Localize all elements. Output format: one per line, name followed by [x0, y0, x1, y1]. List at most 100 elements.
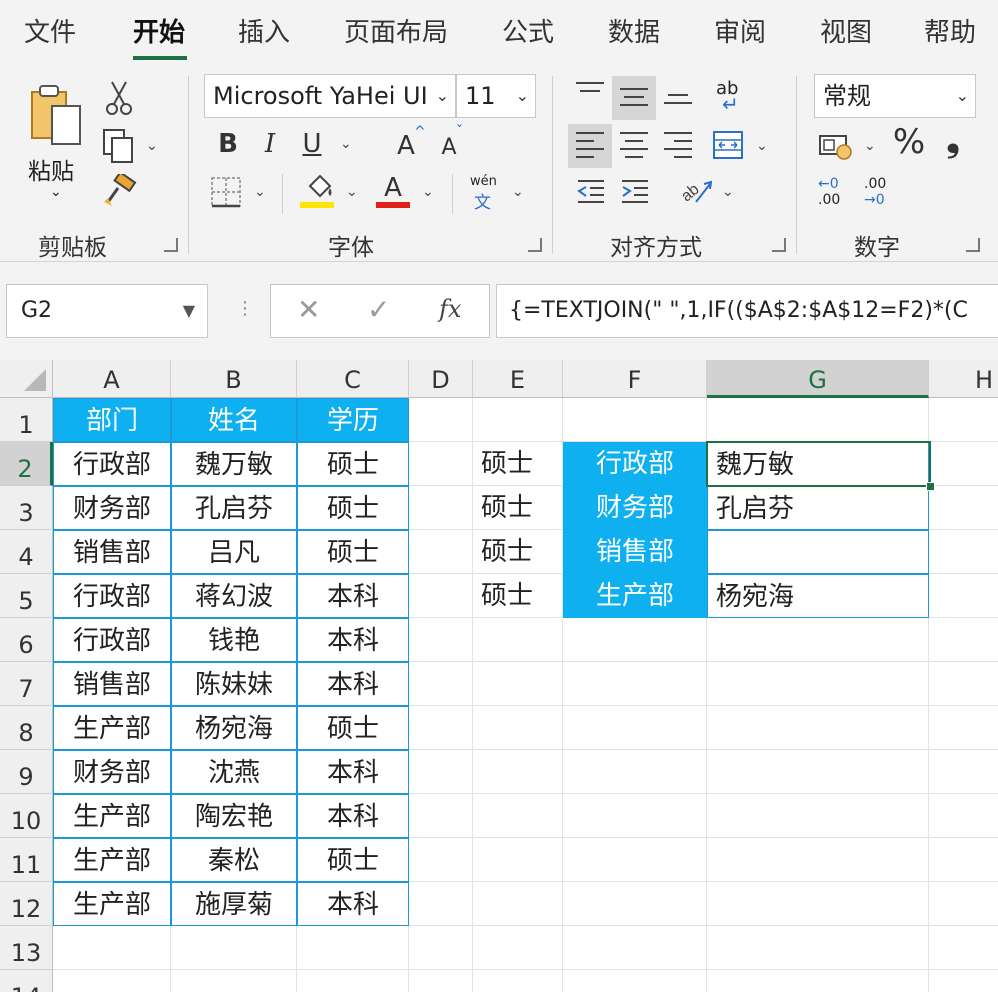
column-header-a[interactable]: A: [53, 360, 171, 398]
increase-decimal-button[interactable]: ←0 .00: [818, 176, 852, 212]
enter-button[interactable]: ✓: [367, 293, 390, 326]
table-cell[interactable]: 吕凡: [171, 530, 297, 574]
worksheet-grid[interactable]: ABCDEFGH 1234567891011121314 部门姓名学历行政部魏万…: [0, 360, 998, 992]
criteria-cell[interactable]: 硕士: [473, 486, 563, 530]
row-header-4[interactable]: 4: [0, 530, 53, 574]
top-align-icon[interactable]: [576, 82, 604, 106]
result-cell[interactable]: 杨宛海: [707, 574, 929, 618]
table-cell[interactable]: 本科: [297, 794, 409, 838]
italic-button[interactable]: I: [256, 126, 284, 162]
table-cell[interactable]: 蒋幻波: [171, 574, 297, 618]
tab-data[interactable]: 数据: [608, 16, 660, 50]
row-header-9[interactable]: 9: [0, 750, 53, 794]
chevron-down-icon[interactable]: ⌄: [722, 184, 734, 200]
table-cell[interactable]: 杨宛海: [171, 706, 297, 750]
table-cell[interactable]: 本科: [297, 750, 409, 794]
number-format-select[interactable]: 常规 ⌄: [814, 74, 976, 118]
font-name-select[interactable]: Microsoft YaHei UI ⌄: [204, 74, 456, 118]
chevron-down-icon[interactable]: ⌄: [346, 184, 358, 200]
table-cell[interactable]: 孔启芬: [171, 486, 297, 530]
copy-icon[interactable]: [102, 128, 136, 164]
font-size-select[interactable]: 11 ⌄: [456, 74, 536, 118]
row-header-5[interactable]: 5: [0, 574, 53, 618]
column-header-f[interactable]: F: [563, 360, 707, 398]
table-cell[interactable]: 硕士: [297, 530, 409, 574]
department-cell[interactable]: 销售部: [563, 530, 707, 574]
row-header-2[interactable]: 2: [0, 442, 53, 486]
align-center-icon[interactable]: [620, 132, 648, 164]
table-cell[interactable]: 本科: [297, 882, 409, 926]
borders-icon[interactable]: [210, 176, 242, 208]
name-box[interactable]: G2 ▼: [6, 284, 208, 338]
chevron-down-icon[interactable]: ⌄: [512, 184, 524, 200]
table-header-cell[interactable]: 学历: [297, 398, 409, 442]
chevron-down-icon[interactable]: ⌄: [756, 138, 768, 154]
chevron-down-icon[interactable]: ⌄: [340, 136, 352, 152]
table-cell[interactable]: 财务部: [53, 486, 171, 530]
tab-formulas[interactable]: 公式: [502, 16, 554, 50]
decrease-indent-icon[interactable]: [576, 178, 606, 206]
table-cell[interactable]: 财务部: [53, 750, 171, 794]
table-cell[interactable]: 行政部: [53, 442, 171, 486]
table-cell[interactable]: 硕士: [297, 486, 409, 530]
chevron-down-icon[interactable]: ⌄: [864, 138, 876, 154]
row-header-10[interactable]: 10: [0, 794, 53, 838]
number-launcher-icon[interactable]: [966, 238, 980, 252]
select-all-button[interactable]: [0, 360, 53, 398]
bold-button[interactable]: B: [214, 126, 242, 162]
criteria-cell[interactable]: 硕士: [473, 574, 563, 618]
format-painter-icon[interactable]: [102, 174, 138, 208]
column-header-e[interactable]: E: [473, 360, 563, 398]
bottom-align-icon[interactable]: [664, 94, 692, 110]
column-header-c[interactable]: C: [297, 360, 409, 398]
table-cell[interactable]: 行政部: [53, 618, 171, 662]
alignment-launcher-icon[interactable]: [772, 238, 786, 252]
font-launcher-icon[interactable]: [528, 238, 542, 252]
row-header-12[interactable]: 12: [0, 882, 53, 926]
chevron-down-icon[interactable]: ⌄: [146, 138, 158, 154]
result-cell[interactable]: [707, 530, 929, 574]
increase-indent-icon[interactable]: [620, 178, 650, 206]
table-cell[interactable]: 施厚菊: [171, 882, 297, 926]
column-header-b[interactable]: B: [171, 360, 297, 398]
table-header-cell[interactable]: 部门: [53, 398, 171, 442]
fill-color-icon[interactable]: [302, 172, 336, 202]
table-cell[interactable]: 销售部: [53, 662, 171, 706]
fill-handle[interactable]: [926, 482, 935, 491]
percent-button[interactable]: %: [892, 124, 926, 160]
comma-style-button[interactable]: ❟: [940, 122, 966, 158]
tab-help[interactable]: 帮助: [924, 16, 976, 50]
tab-file[interactable]: 文件: [24, 16, 76, 50]
underline-button[interactable]: U: [298, 126, 326, 162]
paste-button[interactable]: 粘贴 ⌄: [22, 78, 88, 208]
table-cell[interactable]: 行政部: [53, 574, 171, 618]
table-cell[interactable]: 沈燕: [171, 750, 297, 794]
department-cell[interactable]: 生产部: [563, 574, 707, 618]
chevron-down-icon[interactable]: ⌄: [254, 184, 266, 200]
row-header-8[interactable]: 8: [0, 706, 53, 750]
font-color-button[interactable]: A: [380, 170, 406, 206]
accounting-format-icon[interactable]: [818, 130, 852, 160]
row-header-11[interactable]: 11: [0, 838, 53, 882]
row-header-1[interactable]: 1: [0, 398, 53, 442]
table-cell[interactable]: 销售部: [53, 530, 171, 574]
cancel-button[interactable]: ✕: [297, 293, 320, 326]
phonetic-guide-button[interactable]: wén 文: [468, 174, 502, 213]
decrease-decimal-button[interactable]: .00 →0: [864, 176, 898, 212]
cut-icon[interactable]: [104, 80, 134, 116]
column-header-g[interactable]: G: [707, 360, 929, 398]
table-cell[interactable]: 生产部: [53, 706, 171, 750]
table-cell[interactable]: 生产部: [53, 838, 171, 882]
row-header-6[interactable]: 6: [0, 618, 53, 662]
insert-function-button[interactable]: fx: [439, 295, 461, 323]
table-cell[interactable]: 秦松: [171, 838, 297, 882]
tab-review[interactable]: 审阅: [714, 16, 766, 50]
row-header-7[interactable]: 7: [0, 662, 53, 706]
table-cell[interactable]: 硕士: [297, 838, 409, 882]
merge-center-icon[interactable]: [712, 130, 744, 160]
chevron-down-icon[interactable]: ⌄: [422, 184, 434, 200]
formula-input[interactable]: {=TEXTJOIN(" ",1,IF(($A$2:$A$12=F2)*(C: [496, 284, 998, 338]
tab-page-layout[interactable]: 页面布局: [344, 16, 448, 50]
table-cell[interactable]: 陈妹妹: [171, 662, 297, 706]
criteria-cell[interactable]: 硕士: [473, 442, 563, 486]
